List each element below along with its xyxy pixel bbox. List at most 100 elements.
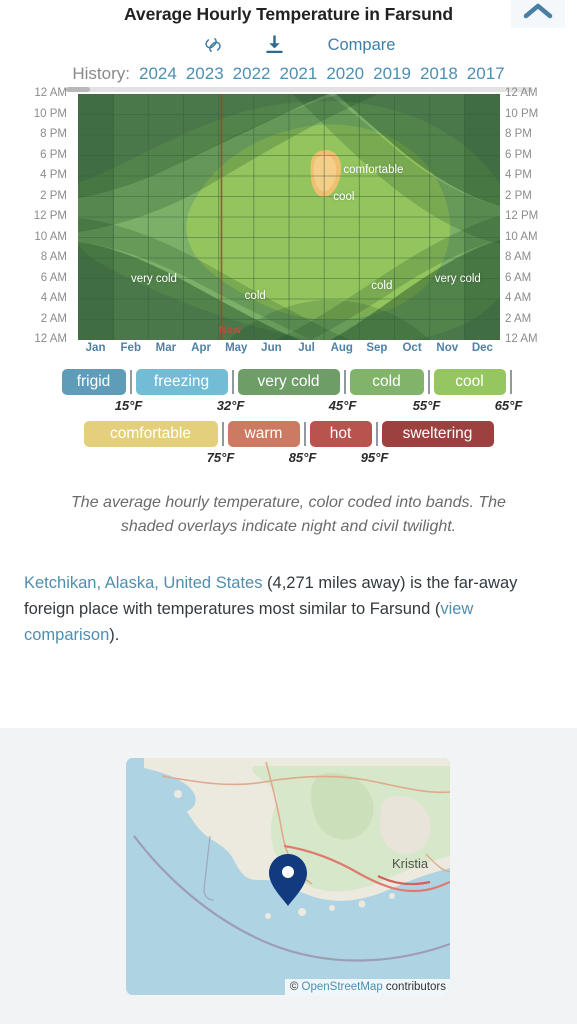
heatmap-plot-area[interactable]: very cold cold comfortable cool cold very col… xyxy=(78,94,500,340)
legend-separator xyxy=(343,370,346,394)
y-tick-right-5: 2 PM xyxy=(505,189,532,202)
page-title: Average Hourly Temperature in Farsund xyxy=(124,4,453,24)
map-city-label: Kristia xyxy=(392,856,429,871)
legend-ticks-cold: 15°F 32°F 45°F 55°F 65°F xyxy=(6,395,571,417)
link-icon[interactable] xyxy=(182,35,244,55)
legend-separator xyxy=(509,370,512,394)
chevron-up-icon[interactable] xyxy=(511,0,565,28)
history-year-2021[interactable]: 2021 xyxy=(279,64,317,84)
similar-place-link[interactable]: Ketchikan, Alaska, United States xyxy=(24,574,262,592)
y-tick-left-3: 6 PM xyxy=(40,148,67,161)
legend-chip-freezing[interactable]: freezing xyxy=(135,369,228,395)
band-label-3: cool xyxy=(333,191,355,204)
legend-tick-32F: 32°F xyxy=(216,398,245,413)
x-tick-jan: Jan xyxy=(85,342,106,354)
y-tick-right-8: 8 AM xyxy=(505,251,532,263)
history-year-2020[interactable]: 2020 xyxy=(326,64,364,84)
history-label: History: xyxy=(72,64,130,83)
y-tick-left-8: 8 AM xyxy=(40,251,67,263)
location-map[interactable]: Kristia © OpenStreetMap contributors xyxy=(126,758,450,995)
x-tick-nov: Nov xyxy=(436,342,459,354)
x-tick-jul: Jul xyxy=(298,342,315,354)
x-tick-apr: Apr xyxy=(191,342,211,354)
legend-separator xyxy=(231,370,234,394)
y-tick-left-1: 10 PM xyxy=(33,107,67,120)
legend-row-cold: frigid freezing very cold cold cool xyxy=(6,369,571,395)
map-section: Kristia © OpenStreetMap contributors xyxy=(0,728,577,1024)
y-tick-right-6: 12 PM xyxy=(505,210,539,222)
credit-suffix: contributors xyxy=(382,981,446,993)
legend-tick-15F: 15°F xyxy=(114,398,143,413)
history-year-2022[interactable]: 2022 xyxy=(233,64,271,84)
legend-chip-sweltering[interactable]: sweltering xyxy=(381,421,494,447)
heatmap-bands xyxy=(78,94,500,340)
x-axis: Jan Feb Mar Apr May Jun Jul Aug Sep Oct Nov Dec xyxy=(78,342,500,360)
similar-place-paragraph: Ketchikan, Alaska, United States (4,271 … xyxy=(24,570,553,649)
x-tick-may: May xyxy=(225,342,248,354)
y-tick-right-3: 6 PM xyxy=(505,148,532,161)
y-tick-right-0: 12 AM xyxy=(505,87,538,99)
x-tick-mar: Mar xyxy=(155,342,177,354)
legend-chip-hot[interactable]: hot xyxy=(309,421,372,447)
x-tick-sep: Sep xyxy=(366,342,388,354)
y-tick-left-10: 4 AM xyxy=(40,292,67,304)
y-tick-right-10: 4 AM xyxy=(505,292,532,304)
band-label-2: comfortable xyxy=(343,164,404,177)
y-tick-left-12: 12 AM xyxy=(34,333,67,345)
history-year-2023[interactable]: 2023 xyxy=(186,64,224,84)
legend-separator xyxy=(375,422,378,446)
y-tick-right-9: 6 AM xyxy=(505,271,532,284)
y-tick-left-9: 6 AM xyxy=(40,271,67,284)
chart-toolbar: Compare xyxy=(0,32,577,58)
band-label-1: cold xyxy=(244,289,266,302)
legend-separator xyxy=(129,370,132,394)
credit-prefix: © xyxy=(289,981,302,993)
legend-chip-warm[interactable]: warm xyxy=(227,421,300,447)
y-tick-left-4: 4 PM xyxy=(40,169,67,181)
legend-tick-85F: 85°F xyxy=(288,450,317,465)
x-tick-oct: Oct xyxy=(402,342,422,354)
x-tick-feb: Feb xyxy=(120,342,141,354)
x-tick-jun: Jun xyxy=(261,342,282,354)
scrollbar-thumb[interactable] xyxy=(66,87,90,92)
y-tick-right-4: 4 PM xyxy=(505,169,532,181)
legend-chip-very-cold[interactable]: very cold xyxy=(237,369,340,395)
osm-attribution: © OpenStreetMap contributors xyxy=(284,979,450,995)
temperature-legend: frigid freezing very cold cold cool 15°F 32°F… xyxy=(0,369,577,469)
legend-tick-55F: 55°F xyxy=(412,398,441,413)
history-year-2017[interactable]: 2017 xyxy=(467,64,505,84)
temperature-heatmap[interactable]: 12 AM 10 PM 8 PM 6 PM 4 PM 2 PM 12 PM 10 AM 8 AM… xyxy=(0,87,577,355)
chart-header: Average Hourly Temperature in Farsund xyxy=(0,0,577,28)
legend-chip-frigid[interactable]: frigid xyxy=(61,369,126,395)
horizontal-scrollbar[interactable] xyxy=(0,85,577,93)
similar-place-tail: ). xyxy=(109,626,120,645)
band-label-5: very cold xyxy=(434,272,481,285)
y-tick-left-5: 2 PM xyxy=(40,189,67,202)
legend-tick-45F: 45°F xyxy=(328,398,357,413)
history-year-2018[interactable]: 2018 xyxy=(420,64,458,84)
y-axis-left: 12 AM 10 PM 8 PM 6 PM 4 PM 2 PM 12 PM 10 AM 8 AM… xyxy=(0,87,72,345)
legend-tick-75F: 75°F xyxy=(206,450,235,465)
y-tick-right-2: 8 PM xyxy=(505,128,532,140)
history-year-2019[interactable]: 2019 xyxy=(373,64,411,84)
y-tick-right-11: 2 AM xyxy=(505,312,532,325)
legend-chip-comfortable[interactable]: comfortable xyxy=(83,421,218,447)
scrollbar-track[interactable] xyxy=(66,87,533,92)
y-tick-right-12: 12 AM xyxy=(505,333,538,345)
y-tick-left-2: 8 PM xyxy=(40,128,67,140)
x-tick-aug: Aug xyxy=(330,342,353,354)
legend-chip-cool[interactable]: cool xyxy=(433,369,506,395)
legend-chip-cold[interactable]: cold xyxy=(349,369,424,395)
compare-link[interactable]: Compare xyxy=(328,36,396,55)
legend-tick-65F: 65°F xyxy=(494,398,523,413)
history-row: History: 2024 2023 2022 2021 2020 2019 2… xyxy=(0,64,577,84)
openstreetmap-link[interactable]: OpenStreetMap xyxy=(302,981,383,993)
download-icon[interactable] xyxy=(244,35,306,55)
legend-ticks-warm: 75°F 85°F 95°F xyxy=(6,447,571,469)
legend-row-warm: comfortable warm hot sweltering xyxy=(6,421,571,447)
y-tick-left-7: 10 AM xyxy=(34,230,67,243)
now-label: Now xyxy=(218,324,241,337)
history-year-2024[interactable]: 2024 xyxy=(139,64,177,84)
x-tick-dec: Dec xyxy=(471,342,493,354)
legend-separator xyxy=(303,422,306,446)
